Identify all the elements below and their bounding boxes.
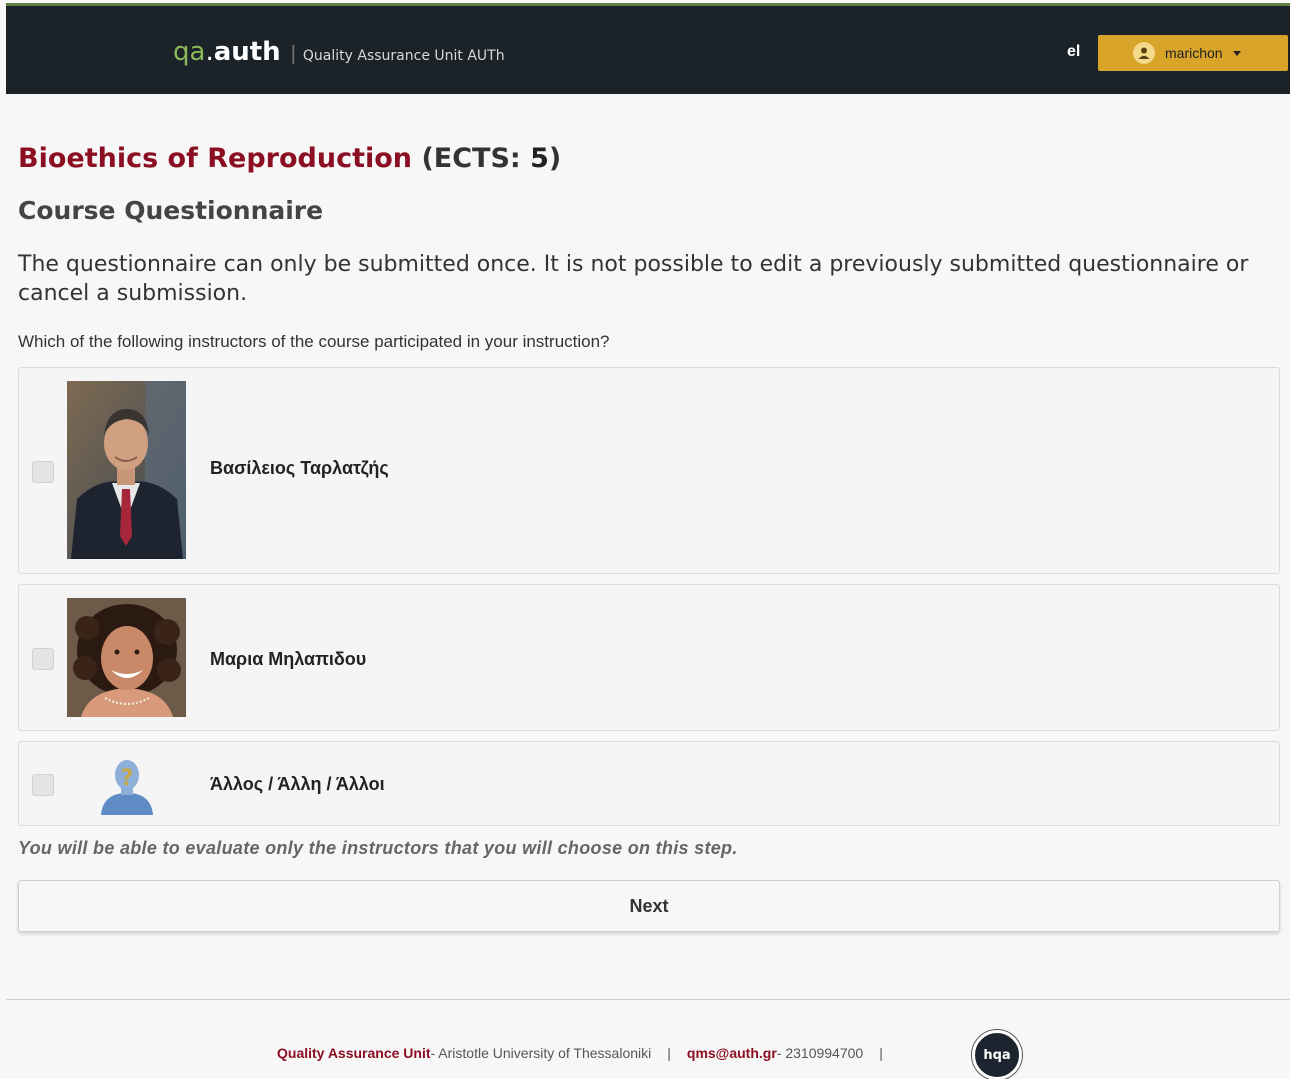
course-name: Bioethics of Reproduction	[18, 143, 413, 174]
footer-email-link[interactable]: qms@auth.gr	[687, 1045, 777, 1061]
ects-prefix: (ECTS:	[421, 143, 531, 174]
instructor-option[interactable]: ? Άλλος / Άλλη / Άλλοι	[18, 741, 1280, 826]
unknown-person-icon: ?	[97, 757, 157, 815]
footer-separator: |	[667, 1045, 671, 1061]
selection-hint: You will be able to evaluate only the in…	[18, 838, 738, 858]
chevron-down-icon	[1232, 50, 1241, 56]
username-label: marichon	[1165, 45, 1223, 61]
top-navbar: qa. auth | Quality Assurance Unit AUTh el…	[6, 3, 1290, 94]
brand-separator: |	[290, 43, 296, 65]
ects-label: (ECTS: 5)	[421, 143, 561, 174]
brand-qa: qa	[173, 37, 206, 67]
ects-suffix: )	[548, 143, 562, 174]
brand-subtitle: Quality Assurance Unit AUTh	[302, 48, 505, 64]
page-title: Bioethics of Reproduction (ECTS: 5)	[18, 143, 561, 174]
footer-divider	[6, 999, 1290, 1000]
instructor-name: Βασίλειος Ταρλατζής	[210, 458, 389, 478]
ects-value: 5	[530, 143, 549, 174]
instructor-question: Which of the following instructors of th…	[18, 332, 610, 351]
questionnaire-subtitle: Course Questionnaire	[18, 196, 324, 225]
site-logo[interactable]: qa. auth | Quality Assurance Unit AUTh	[173, 37, 505, 67]
footer-unit-link[interactable]: Quality Assurance Unit	[277, 1045, 431, 1061]
submission-notice: The questionnaire can only be submitted …	[18, 252, 1249, 306]
footer-university: - Aristotle University of Thessaloniki	[430, 1045, 652, 1061]
user-avatar-icon	[1133, 42, 1155, 64]
hqa-logo-text: hqa	[983, 1047, 1011, 1063]
instructor-option[interactable]: Μαρια Μηλαπιδου	[18, 584, 1280, 731]
brand-auth: auth	[213, 37, 281, 67]
next-button[interactable]: Next	[18, 880, 1280, 932]
footer-separator: |	[879, 1045, 883, 1061]
instructor-checkbox[interactable]	[32, 648, 54, 670]
instructor-name: Μαρια Μηλαπιδου	[210, 649, 367, 669]
instructor-photo	[67, 598, 186, 717]
instructor-checkbox[interactable]	[32, 774, 54, 796]
user-menu-button[interactable]: marichon	[1098, 35, 1288, 71]
instructor-name: Άλλος / Άλλη / Άλλοι	[210, 774, 385, 794]
footer-phone: - 2310994700	[776, 1045, 864, 1061]
language-switch[interactable]: el	[1067, 43, 1080, 61]
instructor-checkbox[interactable]	[32, 461, 54, 483]
instructor-photo	[67, 381, 186, 559]
hqa-logo: hqa	[972, 1030, 1022, 1079]
svg-text:?: ?	[121, 766, 134, 791]
instructor-option[interactable]: Βασίλειος Ταρλατζής	[18, 367, 1280, 574]
footer: Quality Assurance Unit - Aristotle Unive…	[277, 1045, 899, 1061]
brand-dot: .	[205, 37, 214, 67]
